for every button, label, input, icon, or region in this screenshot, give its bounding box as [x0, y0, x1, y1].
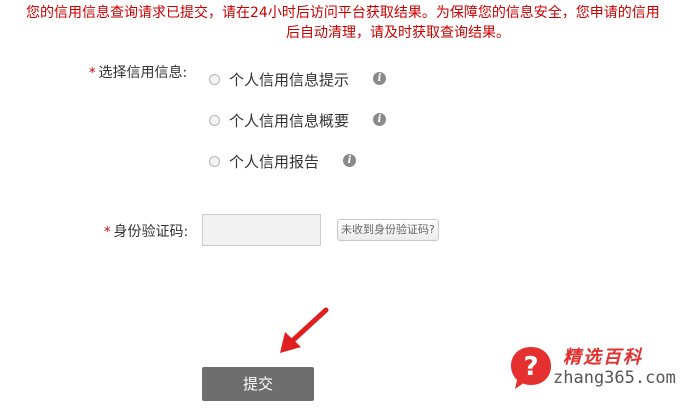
- watermark-title: 精选百科: [563, 347, 643, 368]
- logo-glyph: ?: [523, 352, 538, 382]
- radio-button[interactable]: [209, 155, 220, 167]
- credit-info-label: * 选择信用信息:: [89, 63, 187, 84]
- info-icon[interactable]: i: [373, 113, 386, 126]
- required-mark: *: [89, 66, 96, 81]
- radio-option-credit-report[interactable]: 个人信用报告: [209, 151, 319, 171]
- verification-code-input[interactable]: [202, 214, 321, 246]
- radio-option-credit-summary[interactable]: 个人信用信息概要: [209, 110, 349, 130]
- radio-label: 个人信用信息概要: [229, 111, 350, 130]
- resend-code-button[interactable]: 未收到身份验证码?: [337, 219, 439, 241]
- radio-label: 个人信用信息提示: [229, 70, 350, 89]
- info-icon[interactable]: i: [373, 72, 386, 85]
- watermark-url: zhang365.com: [553, 368, 676, 388]
- radio-label: 个人信用报告: [229, 152, 320, 171]
- notice-line-1: 您的信用信息查询请求已提交，请在24小时后访问平台获取结果。为保障您的信息安全，…: [26, 5, 660, 21]
- submit-button[interactable]: 提交: [202, 367, 314, 401]
- credit-info-label-text: 选择信用信息:: [98, 65, 188, 81]
- verification-code-label-text: 身份验证码:: [113, 224, 189, 240]
- info-icon[interactable]: i: [343, 154, 356, 167]
- notice-line-2: 后自动清理，请及时获取查询结果。: [286, 25, 510, 41]
- site-watermark: ? 精选百科 zhang365.com: [505, 340, 692, 395]
- submission-notice: 您的信用信息查询请求已提交，请在24小时后访问平台获取结果。为保障您的信息安全，…: [0, 0, 692, 44]
- radio-option-credit-hint[interactable]: 个人信用信息提示: [209, 69, 349, 89]
- red-arrow-icon: [280, 307, 329, 353]
- question-bubble-logo-icon: ?: [511, 347, 551, 389]
- radio-button[interactable]: [209, 73, 220, 85]
- verification-code-label: * 身份验证码:: [104, 222, 188, 243]
- required-mark: *: [104, 225, 111, 240]
- radio-button[interactable]: [209, 114, 220, 126]
